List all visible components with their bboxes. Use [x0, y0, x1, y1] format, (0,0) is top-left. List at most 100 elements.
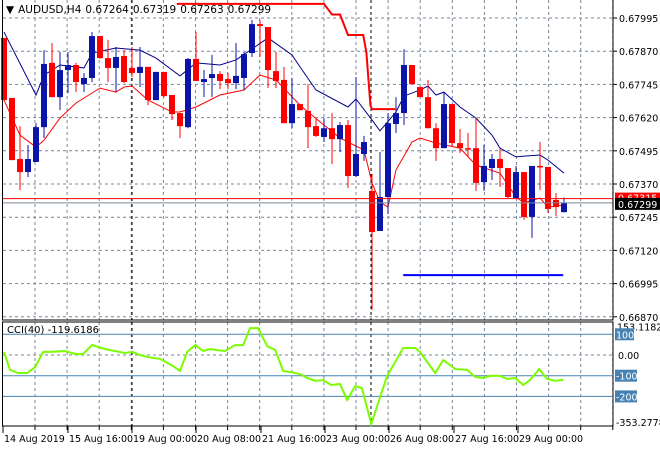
candle: [49, 42, 55, 98]
candle-body: [113, 57, 119, 68]
price-axis-label: 0.66995: [619, 280, 658, 291]
price-axis-label: 0.67245: [619, 213, 658, 224]
candle-body: [217, 74, 223, 81]
candle-body: [481, 165, 487, 183]
candle: [441, 92, 447, 149]
time-axis-label: 14 Aug 2019: [4, 434, 65, 445]
candle-body: [145, 66, 151, 101]
candle: [73, 62, 79, 93]
cci-axis-min: -353.2778: [616, 418, 660, 429]
candle: [409, 65, 415, 85]
candle-body: [201, 79, 207, 83]
candle: [153, 71, 159, 101]
candle: [449, 104, 455, 148]
candle: [337, 122, 343, 153]
price-axis-label: 0.67995: [619, 14, 658, 25]
price-axis-label: 0.67745: [619, 80, 658, 91]
time-axis-label: 20 Aug 08:00: [197, 434, 261, 445]
candle: [233, 42, 239, 90]
candle: [481, 144, 487, 191]
candle: [305, 84, 311, 149]
triangle-down-icon[interactable]: ▼: [6, 4, 14, 16]
cci-level-label: -100: [616, 372, 638, 383]
candle: [137, 46, 143, 88]
candle: [17, 126, 23, 191]
candle-body: [209, 74, 215, 79]
candle-body: [513, 172, 519, 199]
candle: [401, 49, 407, 126]
candle: [313, 118, 319, 137]
candle-body: [73, 65, 79, 83]
candle-body: [193, 58, 199, 81]
candle: [473, 118, 479, 191]
candle: [209, 54, 215, 98]
candle-body: [505, 168, 511, 198]
chart-header: ▼ AUDUSD,H4 0.67264 0.67319 0.67263 0.67299: [6, 4, 275, 16]
candle-body: [305, 110, 311, 128]
candle: [513, 165, 519, 199]
candle: [417, 87, 423, 98]
candle-body: [553, 199, 559, 208]
time-axis-label: 23 Aug 00:00: [326, 434, 390, 445]
candle-body: [185, 58, 191, 128]
candle-body: [273, 71, 279, 81]
candle: [161, 71, 167, 98]
candle-body: [297, 104, 303, 111]
symbol-label: AUDUSD,H4: [18, 4, 82, 16]
candle-body: [433, 128, 439, 149]
time-axis-label: 15 Aug 16:00: [69, 434, 133, 445]
candle: [201, 70, 207, 98]
candle-body: [177, 113, 183, 127]
candle: [25, 144, 31, 178]
candle: [225, 72, 231, 90]
candle-body: [337, 125, 343, 140]
candle-body: [449, 104, 455, 144]
candle-body: [17, 159, 23, 173]
candle: [217, 71, 223, 90]
candle: [185, 58, 191, 129]
candle-body: [425, 97, 431, 129]
candle-body: [265, 27, 271, 71]
candle-body: [353, 153, 359, 177]
candle: [329, 113, 335, 165]
candle-body: [361, 142, 367, 154]
candle-body: [369, 190, 375, 233]
candle-body: [409, 65, 415, 85]
candle: [457, 129, 463, 153]
candle: [65, 51, 71, 94]
candle: [505, 168, 511, 199]
candle-body: [321, 128, 327, 137]
cci-title: CCI(40) -119.6186: [7, 325, 99, 336]
candle-body: [241, 54, 247, 79]
candle-body: [225, 79, 231, 84]
open-value: 0.67264: [85, 4, 129, 16]
candle-body: [161, 71, 167, 97]
candle: [57, 51, 63, 111]
candle: [377, 152, 383, 232]
price-axis-label: 0.67620: [619, 114, 658, 125]
cci-axis-zero: 0.00: [618, 351, 639, 362]
candle: [465, 133, 471, 157]
candle-body: [521, 172, 527, 217]
candle: [353, 76, 359, 178]
cci-panel-frame: [2, 321, 614, 427]
candle-body: [537, 165, 543, 168]
cci-level-label: -200: [616, 392, 638, 403]
candle-body: [417, 87, 423, 98]
candle-body: [497, 159, 503, 169]
candle: [113, 46, 119, 93]
candle: [121, 50, 127, 84]
candle-body: [465, 148, 471, 150]
time-axis-label: 29 Aug 00:00: [519, 434, 583, 445]
candle-body: [529, 165, 535, 217]
candle: [497, 148, 503, 187]
candle-body: [313, 126, 319, 136]
candle-body: [233, 75, 239, 84]
candle-body: [401, 65, 407, 114]
candle-body: [249, 24, 255, 54]
price-chart[interactable]: 0.67995 0.67870 0.67745 0.67620 0.67495 0.673…: [0, 0, 660, 450]
candle-body: [129, 67, 135, 73]
candle-body: [281, 79, 287, 124]
candle: [369, 173, 375, 310]
time-axis-label: 19 Aug 00:00: [133, 434, 197, 445]
